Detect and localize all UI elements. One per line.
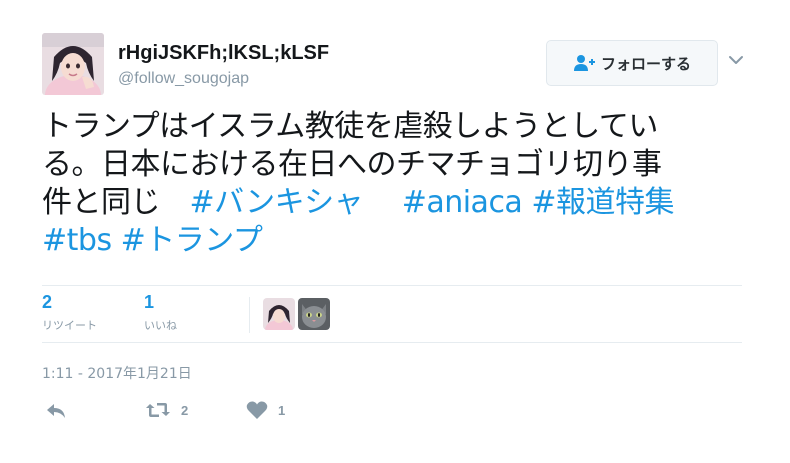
retweet-stat[interactable]: 2 リツイート (42, 292, 97, 333)
retweet-button[interactable]: 2 (145, 400, 188, 420)
retweet-icon (146, 403, 170, 417)
hashtag-link[interactable]: #tbs (42, 223, 112, 258)
author-screen-name[interactable]: @follow_sougojap (118, 70, 249, 88)
liker-avatar[interactable] (298, 298, 330, 330)
follow-button-label: フォローする (600, 54, 691, 73)
reply-button[interactable] (44, 400, 68, 422)
hashtag-link[interactable]: #バンキシャ (190, 185, 364, 220)
cat-avatar-image (298, 298, 330, 330)
like-button[interactable]: 1 (246, 400, 285, 420)
author-display-name[interactable]: rHgiJSKFh;lKSL;kLSF (118, 42, 329, 65)
hashtag-link[interactable]: #aniaca (402, 185, 523, 220)
stats-separator (249, 297, 250, 333)
tweet-line: る。日本における在日へのチマチョゴリ切り事 (42, 147, 662, 182)
divider (42, 342, 742, 343)
heart-icon (246, 401, 268, 419)
hashtag-link[interactable]: #トランプ (121, 223, 263, 258)
like-action-count: 1 (278, 402, 286, 418)
author-avatar[interactable] (42, 33, 104, 95)
tweet-gap (112, 223, 121, 258)
liker-avatar-image (263, 298, 295, 330)
tweet-timestamp[interactable]: 1:11 - 2017年1月21日 (42, 363, 192, 383)
tweet-text: トランプはイスラム教徒を虐殺しようとしてい る。日本における在日へのチマチョゴリ… (42, 108, 762, 260)
divider (42, 285, 742, 286)
retweet-label: リツイート (42, 319, 97, 332)
follow-button[interactable]: フォローする (546, 40, 718, 86)
retweet-count: 2 (42, 292, 53, 312)
tweet-line: 件と同じ #バンキシャ #aniaca #報道特集 (42, 184, 762, 222)
hashtag-link[interactable]: #報道特集 (531, 185, 674, 220)
liker-avatar[interactable] (263, 298, 295, 330)
retweet-action-count: 2 (181, 402, 189, 418)
chevron-down-icon[interactable] (727, 53, 745, 67)
tweet-line: #tbs #トランプ (42, 222, 762, 260)
tweet-line-text: 件と同じ (42, 185, 190, 220)
like-count: 1 (144, 292, 155, 312)
like-label: いいね (144, 319, 177, 332)
tweet-line: トランプはイスラム教徒を虐殺しようとしてい (42, 109, 658, 144)
follow-user-icon (573, 55, 595, 71)
avatar-image (42, 33, 104, 95)
tweet-gap (363, 185, 402, 220)
like-stat[interactable]: 1 いいね (144, 292, 177, 333)
reply-icon (47, 404, 65, 418)
